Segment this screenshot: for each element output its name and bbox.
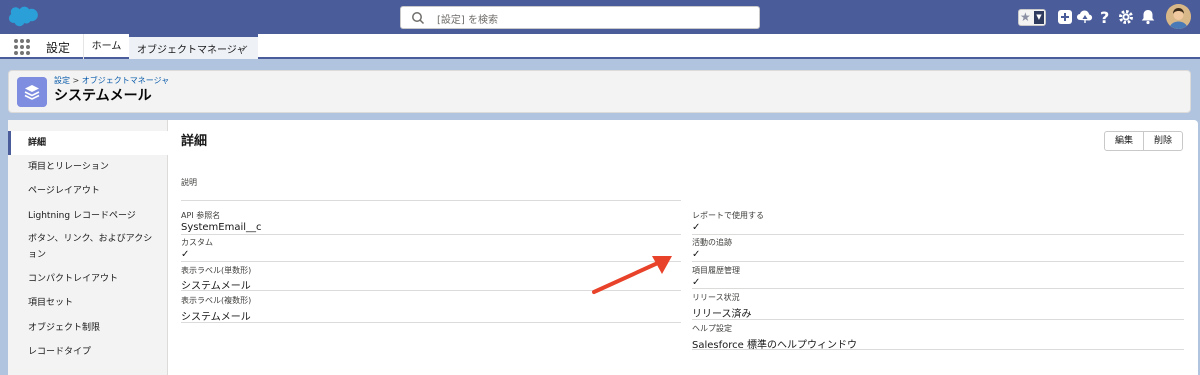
page-header: 設定 > オブジェクトマネージャ システムメール [8, 70, 1191, 113]
edit-button[interactable]: 編集 [1104, 131, 1144, 151]
history-check-icon: ✓ [692, 277, 701, 288]
divider [692, 234, 1184, 235]
plural-label-label: 表示ラベル(複数形) [181, 296, 252, 305]
trailhead-icon[interactable] [1076, 8, 1094, 26]
custom-check-icon: ✓ [181, 249, 190, 260]
page-title: システムメール [54, 88, 152, 104]
singular-label-label: 表示ラベル(単数形) [181, 266, 252, 275]
plural-label-value: システムメール [181, 312, 251, 323]
app-launcher-icon[interactable] [14, 39, 30, 55]
gear-icon[interactable] [1117, 8, 1135, 26]
sidebar-item-record-types[interactable]: レコードタイプ [8, 340, 168, 364]
divider [181, 322, 681, 323]
reports-label: レポートで使用する [692, 211, 764, 220]
sidebar-item-buttons-links-actions[interactable]: ボタン、リンク、およびアクション [8, 229, 168, 261]
tab-home[interactable]: ホーム [83, 34, 129, 59]
salesforce-logo[interactable] [8, 5, 40, 29]
sidebar-item-fields-relationships[interactable]: 項目とリレーション [8, 155, 168, 179]
activities-check-icon: ✓ [692, 249, 701, 260]
help-setting-label: ヘルプ設定 [692, 324, 732, 333]
release-status-value: リリース済み [692, 309, 752, 320]
help-icon[interactable]: ? [1096, 8, 1114, 26]
search-icon [412, 12, 425, 25]
breadcrumb-setup-link[interactable]: 設定 [54, 76, 70, 85]
sidebar: 詳細 項目とリレーション ページレイアウト Lightning レコードページ … [8, 120, 168, 375]
detail-title: 詳細 [181, 134, 208, 149]
custom-label: カスタム [181, 238, 213, 247]
user-avatar[interactable] [1166, 4, 1191, 29]
app-nav-bar: 設定 ホーム オブジェクトマネージャ ⌄ [0, 34, 1200, 59]
avatar-image [1166, 4, 1191, 29]
star-icon: ★ [1020, 10, 1031, 24]
history-label: 項目履歴管理 [692, 266, 740, 275]
svg-text:?: ? [1100, 8, 1109, 26]
sidebar-item-compact-layouts[interactable]: コンパクトレイアウト [8, 267, 168, 291]
divider [692, 261, 1184, 262]
activities-label: 活動の追跡 [692, 238, 732, 247]
global-header: [設定] を検索 ★ ▼ ? [0, 0, 1200, 34]
app-name: 設定 [46, 41, 71, 55]
search-input[interactable]: [設定] を検索 [437, 11, 498, 26]
api-name-value: SystemEmail__c [181, 222, 262, 233]
global-search[interactable]: [設定] を検索 [400, 6, 760, 29]
chevron-down-icon[interactable]: ⌄ [241, 40, 249, 51]
sidebar-item-details[interactable]: 詳細 [8, 131, 168, 155]
delete-button[interactable]: 削除 [1143, 131, 1183, 151]
sidebar-item-lightning-record-pages[interactable]: Lightning レコードページ [8, 204, 168, 228]
layers-icon [17, 77, 47, 107]
detail-card: 詳細 項目とリレーション ページレイアウト Lightning レコードページ … [8, 120, 1198, 375]
tab-object-manager[interactable]: オブジェクトマネージャ ⌄ [129, 34, 258, 59]
release-status-label: リリース状況 [692, 293, 740, 302]
divider [181, 234, 681, 235]
add-icon[interactable] [1056, 8, 1074, 26]
divider [692, 319, 1184, 320]
divider [181, 200, 681, 201]
reports-check-icon: ✓ [692, 222, 701, 233]
annotation-arrow [592, 256, 672, 294]
tab-object-manager-label: オブジェクトマネージャ [137, 45, 247, 56]
favorites-dropdown-icon[interactable]: ▼ [1034, 11, 1044, 24]
breadcrumb-object-manager-link[interactable]: オブジェクトマネージャ [82, 76, 169, 85]
sidebar-item-object-limits[interactable]: オブジェクト制限 [8, 316, 168, 340]
notification-bell-icon[interactable] [1139, 8, 1157, 26]
description-label: 説明 [181, 178, 197, 187]
sidebar-item-page-layouts[interactable]: ページレイアウト [8, 179, 168, 203]
sidebar-item-field-sets[interactable]: 項目セット [8, 291, 168, 315]
api-name-label: API 参照名 [181, 211, 221, 220]
favorites-button[interactable]: ★ ▼ [1018, 9, 1046, 26]
divider [692, 288, 1184, 289]
breadcrumb-separator: > [70, 76, 82, 85]
divider [692, 349, 1184, 350]
